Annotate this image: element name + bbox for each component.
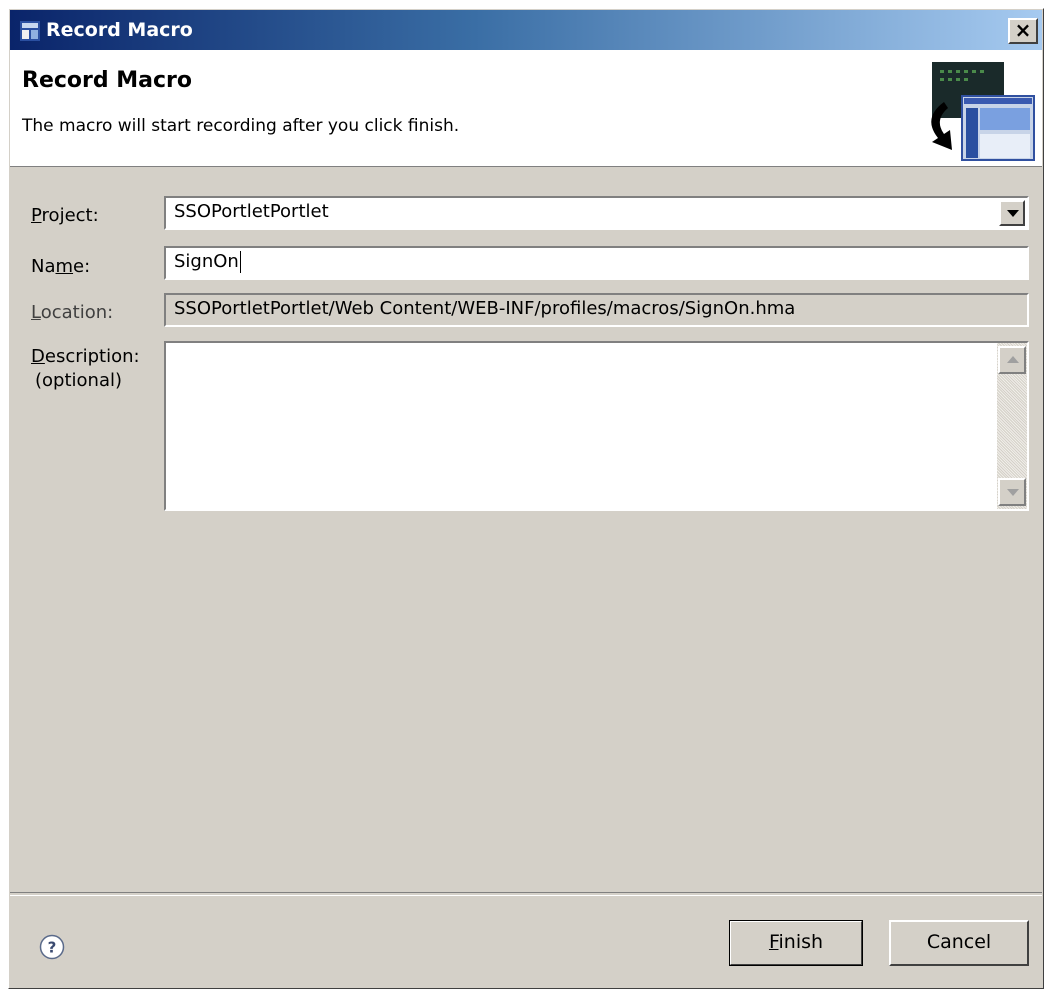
- macro-record-wizard-icon: [931, 62, 1035, 161]
- app-icon: [20, 21, 40, 41]
- text-cursor: [239, 251, 241, 273]
- page-title: Record Macro: [22, 68, 193, 93]
- page-description: The macro will start recording after you…: [22, 116, 460, 136]
- name-value: SignOn: [174, 251, 239, 272]
- vertical-scrollbar[interactable]: [997, 343, 1027, 509]
- window-title: Record Macro: [46, 19, 193, 41]
- location-field: SSOPortletPortlet/Web Content/WEB-INF/pr…: [164, 293, 1029, 327]
- location-label: Location:: [31, 302, 114, 323]
- project-value: SSOPortletPortlet: [174, 201, 329, 222]
- help-icon[interactable]: ?: [39, 934, 65, 960]
- close-button[interactable]: ×: [1008, 18, 1038, 44]
- description-label: Description: (optional): [31, 346, 140, 391]
- wizard-banner: Record Macro The macro will start record…: [10, 50, 1042, 167]
- name-label: Name:: [31, 256, 91, 277]
- location-value: SSOPortletPortlet/Web Content/WEB-INF/pr…: [174, 298, 796, 319]
- chevron-down-icon[interactable]: [999, 200, 1025, 226]
- title-bar[interactable]: Record Macro ×: [10, 10, 1042, 50]
- description-optional-label: (optional): [35, 370, 122, 391]
- cancel-button[interactable]: Cancel: [889, 920, 1029, 966]
- svg-text:?: ?: [48, 939, 57, 957]
- scroll-up-button[interactable]: [998, 346, 1026, 374]
- description-textarea[interactable]: [164, 341, 1029, 511]
- record-macro-dialog: Record Macro × Record Macro The macro wi…: [8, 8, 1044, 989]
- footer-separator: [10, 892, 1042, 896]
- scroll-down-button[interactable]: [998, 478, 1026, 506]
- project-label: Project:: [31, 205, 99, 226]
- name-input[interactable]: SignOn: [164, 246, 1029, 280]
- finish-button[interactable]: Finish: [729, 920, 863, 966]
- project-combo[interactable]: SSOPortletPortlet: [164, 196, 1029, 230]
